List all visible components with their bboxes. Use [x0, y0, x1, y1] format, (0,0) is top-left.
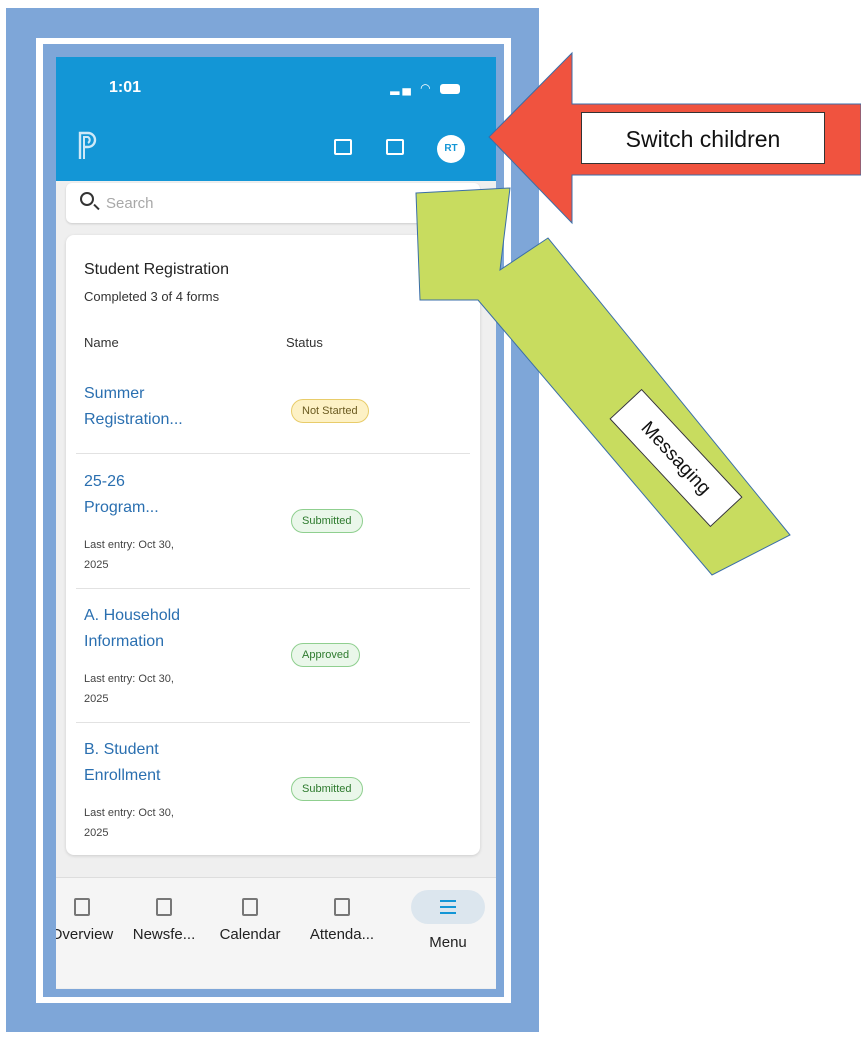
form-row[interactable]: B. Student Enrollment Last entry: Oct 30…	[66, 731, 480, 855]
search-icon	[80, 192, 94, 206]
form-name-link[interactable]: A. Household Information	[84, 603, 234, 655]
tab-label: Menu	[429, 934, 467, 951]
battery-icon	[440, 83, 460, 94]
switch-children-callout: Switch children	[581, 112, 825, 164]
inbox-icon[interactable]	[334, 139, 352, 155]
attendance-icon	[334, 898, 350, 916]
form-name-line1: A. Household	[84, 607, 181, 624]
card-title: Student Registration	[84, 261, 229, 278]
app-header: 1:01 ▂▄ ◠ RT	[56, 57, 496, 181]
status-badge: Not Started	[291, 399, 369, 423]
status-badge: Approved	[291, 643, 361, 667]
tab-newsfeed[interactable]: Newsfe...	[124, 898, 204, 943]
last-entry-line1: Last entry: Oct 30,	[84, 673, 174, 685]
status-badge: Submitted	[291, 777, 363, 801]
column-header-status: Status	[286, 335, 323, 350]
newsfeed-icon	[156, 898, 172, 916]
tab-label: Overview	[56, 926, 114, 943]
form-row[interactable]: 25-26 Program... Last entry: Oct 30, 202…	[66, 463, 480, 593]
bottom-tab-bar: Overview Newsfe... Calendar Attenda... M…	[56, 877, 496, 988]
search-input[interactable]	[104, 191, 468, 215]
tab-label: Attenda...	[309, 926, 375, 943]
overview-icon	[74, 898, 90, 916]
card-subtitle: Completed 3 of 4 forms	[84, 289, 220, 304]
form-row[interactable]: Summer Registration... Not Started	[66, 375, 480, 457]
wifi-icon: ◠	[420, 81, 434, 95]
last-entry-line2: 2025	[84, 559, 109, 571]
messaging-icon[interactable]	[386, 139, 404, 155]
phone-screen: 1:01 ▂▄ ◠ RT Student Registration Comple…	[56, 57, 496, 989]
tab-calendar[interactable]: Calendar	[210, 898, 290, 943]
student-registration-card: Student Registration Completed 3 of 4 fo…	[66, 235, 480, 855]
status-icons: ▂▄ ◠	[390, 81, 460, 95]
search-bar[interactable]	[66, 183, 480, 223]
menu-icon	[440, 900, 456, 914]
app-logo-icon	[78, 131, 97, 159]
messaging-callout: Messaging	[609, 388, 743, 528]
row-divider	[76, 722, 470, 723]
form-name-line2: Information	[84, 633, 165, 650]
form-name-line2: Program...	[84, 499, 159, 516]
tab-overview[interactable]: Overview	[56, 898, 122, 943]
calendar-icon	[242, 898, 258, 916]
row-divider	[76, 588, 470, 589]
form-name-line2: Enrollment	[84, 767, 161, 784]
switch-children-avatar[interactable]: RT	[437, 135, 465, 163]
status-time: 1:01	[109, 79, 142, 96]
form-name-line1: 25-26	[84, 473, 125, 490]
form-name-link[interactable]: B. Student Enrollment	[84, 737, 234, 789]
form-name-link[interactable]: 25-26 Program...	[84, 469, 234, 521]
last-entry-line1: Last entry: Oct 30,	[84, 807, 174, 819]
signal-icon: ▂▄	[390, 81, 414, 95]
status-badge: Submitted	[291, 509, 363, 533]
tab-label: Calendar	[219, 926, 281, 943]
tab-label: Newsfe...	[132, 926, 196, 943]
last-entry-line2: 2025	[84, 827, 109, 839]
last-entry-line1: Last entry: Oct 30,	[84, 539, 174, 551]
row-divider	[76, 453, 470, 454]
form-row[interactable]: A. Household Information Last entry: Oct…	[66, 597, 480, 727]
last-entry: Last entry: Oct 30, 2025	[84, 803, 234, 843]
tab-attendance[interactable]: Attenda...	[302, 898, 382, 943]
form-name-line1: B. Student	[84, 741, 159, 758]
menu-pill	[411, 890, 485, 924]
last-entry-line2: 2025	[84, 693, 109, 705]
form-name-line1: Summer	[84, 385, 145, 402]
last-entry: Last entry: Oct 30, 2025	[84, 535, 234, 575]
form-name-link[interactable]: Summer Registration...	[84, 381, 234, 433]
tab-menu[interactable]: Menu	[408, 890, 488, 951]
form-name-line2: Registration...	[84, 411, 183, 428]
column-header-name: Name	[84, 335, 119, 350]
last-entry: Last entry: Oct 30, 2025	[84, 669, 234, 709]
